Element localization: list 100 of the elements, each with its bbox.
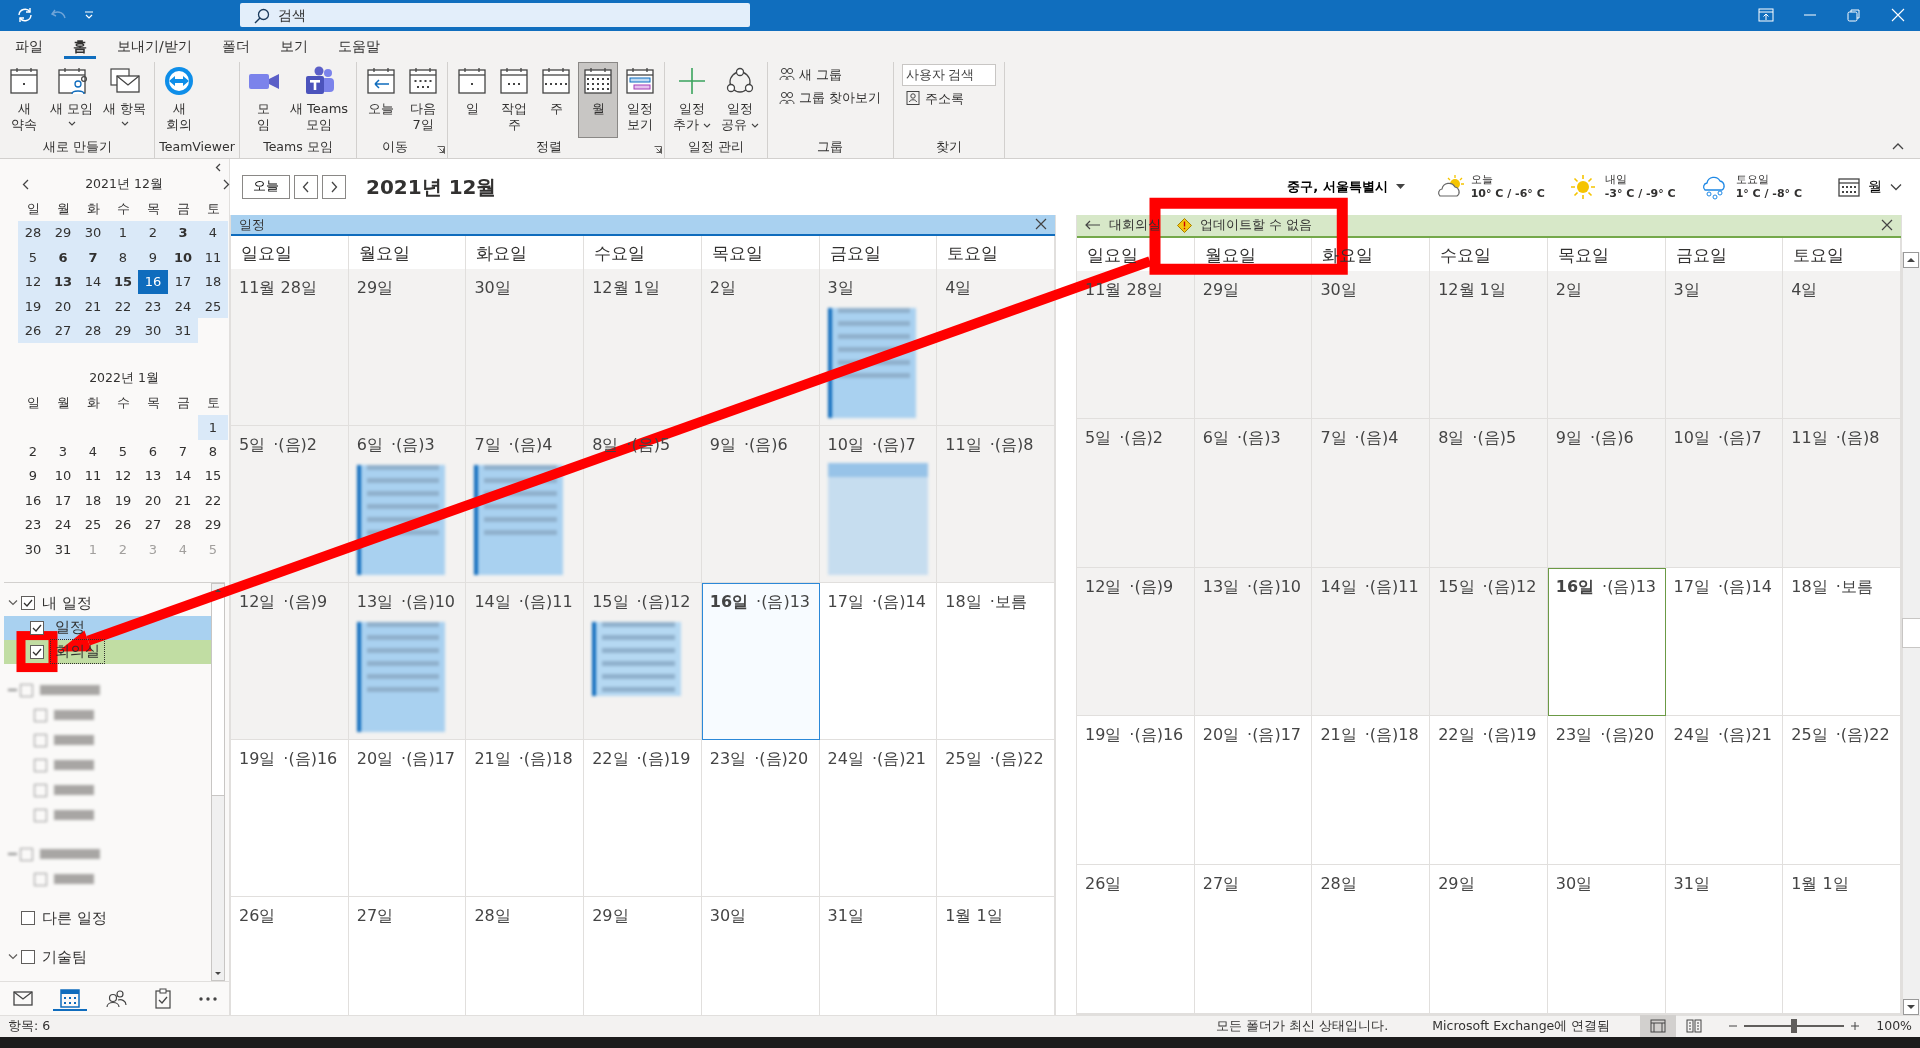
ribbon-button[interactable]: 새 모임 (46, 61, 98, 138)
ribbon-button[interactable]: 작업 주 (494, 61, 535, 138)
menu-tab[interactable]: 보기 (270, 30, 317, 59)
calendar-day[interactable]: 17 (168, 269, 198, 295)
day-cell[interactable]: 14일 ·(음)11 (1312, 567, 1431, 717)
day-cell[interactable]: 18일 ·보름 (1783, 567, 1901, 717)
ribbon-button[interactable]: 새 그룹 (776, 63, 885, 85)
day-cell[interactable]: 22일 ·(음)19 (1430, 716, 1548, 865)
day-cell[interactable]: 9일 ·(음)6 (701, 426, 820, 583)
calendar-day[interactable]: 17 (48, 488, 78, 513)
calendar-day[interactable]: 30 (78, 220, 108, 246)
day-cell[interactable]: 30일 (1312, 270, 1431, 420)
folder-label[interactable]: 기술팀 (42, 945, 87, 969)
day-cell[interactable]: 4일 (937, 269, 1055, 426)
calendar-day[interactable]: 5 (108, 439, 138, 464)
menu-tab[interactable]: 도움말 (328, 30, 389, 59)
search-field[interactable]: 검색 (240, 3, 750, 28)
folder-label[interactable]: 내 일정 (42, 591, 92, 615)
calendar-day[interactable]: 11 (198, 245, 228, 270)
day-cell[interactable]: 4일 (1783, 270, 1901, 420)
day-cell[interactable]: 12일 ·(음)9 (1077, 567, 1195, 717)
menu-tab[interactable]: 보내기/받기 (108, 30, 201, 59)
day-cell[interactable]: 11일 ·(음)8 (937, 426, 1055, 583)
day-cell[interactable]: 21일 ·(음)18 (1312, 716, 1431, 865)
day-cell[interactable]: 15일 ·(음)12 (584, 583, 702, 740)
day-cell[interactable]: 12월 1일 (584, 269, 702, 426)
calendar-day[interactable]: 3 (48, 439, 78, 464)
day-cell[interactable]: 18일 ·보름 (937, 583, 1055, 740)
day-cell[interactable]: 25일 ·(음)22 (937, 740, 1055, 897)
calendar-day[interactable]: 20 (48, 294, 78, 319)
ribbon-button[interactable]: 일정 공유 (717, 61, 764, 138)
calendar-day[interactable]: 23 (138, 294, 168, 319)
calendar-day[interactable]: 24 (48, 512, 78, 538)
day-cell[interactable]: 23일 ·(음)20 (1547, 716, 1666, 865)
calendar-day[interactable]: 29 (48, 220, 78, 246)
day-cell[interactable]: 17일 ·(음)14 (819, 583, 938, 740)
calendar-day[interactable]: 9 (18, 464, 48, 489)
day-cell[interactable]: 9일 ·(음)6 (1547, 419, 1666, 568)
ribbon-button[interactable]: 다음 7일 (403, 61, 444, 138)
calendar-day[interactable]: 18 (198, 269, 228, 295)
ribbon-button[interactable]: 새 약속 (4, 61, 44, 138)
day-cell[interactable]: 23일 ·(음)20 (701, 740, 820, 897)
day-cell[interactable]: 20일 ·(음)17 (1194, 716, 1313, 865)
ribbon-button[interactable]: 주 (536, 61, 577, 138)
ribbon-button[interactable]: 그룹 찾아보기 (776, 87, 885, 109)
calendar-day[interactable]: 26 (108, 512, 138, 538)
day-cell[interactable]: 3일 (1665, 270, 1784, 420)
view-dropdown[interactable]: 월 (1832, 175, 1908, 198)
day-cell[interactable]: 7일 ·(음)4 (466, 426, 585, 583)
calendar-day[interactable]: 1 (198, 415, 228, 440)
day-cell[interactable]: 30일 (466, 269, 585, 426)
calendar-day[interactable]: 29 (108, 318, 138, 343)
calendar-day[interactable]: 10 (48, 464, 78, 489)
day-cell[interactable]: 30일 (1547, 864, 1666, 1014)
calendar-day[interactable]: 1 (108, 220, 138, 246)
calendar-day[interactable]: 6 (48, 245, 78, 270)
day-cell[interactable]: 22일 ·(음)19 (584, 740, 702, 897)
day-cell[interactable]: 2일 (1547, 270, 1666, 420)
day-cell[interactable]: 6일 ·(음)3 (1194, 419, 1313, 568)
day-cell[interactable]: 20일 ·(음)17 (348, 740, 467, 897)
menu-tab[interactable]: 폴더 (212, 30, 259, 59)
day-cell[interactable]: 21일 ·(음)18 (466, 740, 585, 897)
calendar-day[interactable]: 27 (138, 512, 168, 538)
ribbon-button[interactable]: 새 항목 (99, 61, 151, 138)
calendar-day[interactable]: 14 (168, 464, 198, 489)
calendar-day[interactable]: 16 (138, 269, 168, 295)
day-cell[interactable]: 31일 (1665, 864, 1784, 1014)
day-cell[interactable]: 12일 ·(음)9 (231, 583, 349, 740)
day-cell[interactable]: 16일 ·(음)13 (1547, 567, 1666, 717)
ribbon-button[interactable]: 새 Teams 모임 (285, 61, 353, 138)
location-dropdown[interactable]: 중구, 서울특별시 (1281, 175, 1411, 198)
calendar-day[interactable]: 23 (18, 512, 48, 538)
calendar-day[interactable]: 8 (108, 245, 138, 270)
calendar-day[interactable]: 19 (108, 488, 138, 513)
day-cell[interactable]: 16일 ·(음)13 (701, 583, 820, 740)
day-cell[interactable]: 24일 ·(음)21 (1665, 716, 1784, 865)
calendar-day[interactable]: 26 (18, 318, 48, 343)
calendar-day[interactable]: 8 (198, 439, 228, 464)
menu-tab[interactable]: 홈 (64, 30, 96, 59)
day-cell[interactable]: 28일 (1312, 864, 1431, 1014)
search-people-field[interactable]: 사용자 검색 (901, 63, 996, 86)
calendar-day[interactable]: 12 (18, 269, 48, 295)
day-cell[interactable]: 29일 (348, 269, 467, 426)
day-cell[interactable]: 10일 ·(음)7 (819, 426, 938, 583)
calendar-day[interactable]: 22 (108, 294, 138, 319)
calendar-day[interactable]: 27 (48, 318, 78, 343)
calendar-day[interactable]: 2 (138, 220, 168, 246)
calendar-day[interactable]: 10 (168, 245, 198, 270)
calendar-day[interactable]: 13 (48, 269, 78, 295)
day-cell[interactable]: 11일 ·(음)8 (1783, 419, 1901, 568)
ribbon-button[interactable]: 새 회의 (159, 61, 200, 138)
calendar-day[interactable]: 29 (198, 512, 228, 538)
day-cell[interactable]: 24일 ·(음)21 (819, 740, 938, 897)
day-cell[interactable]: 7일 ·(음)4 (1312, 419, 1431, 568)
day-cell[interactable]: 25일 ·(음)22 (1783, 716, 1901, 865)
day-cell[interactable]: 5일 ·(음)2 (231, 426, 349, 583)
calendar-day[interactable]: 28 (78, 318, 108, 343)
calendar-day[interactable]: 5 (18, 245, 48, 270)
calendar-day[interactable]: 7 (168, 439, 198, 464)
calendar-day[interactable]: 3 (168, 220, 198, 246)
